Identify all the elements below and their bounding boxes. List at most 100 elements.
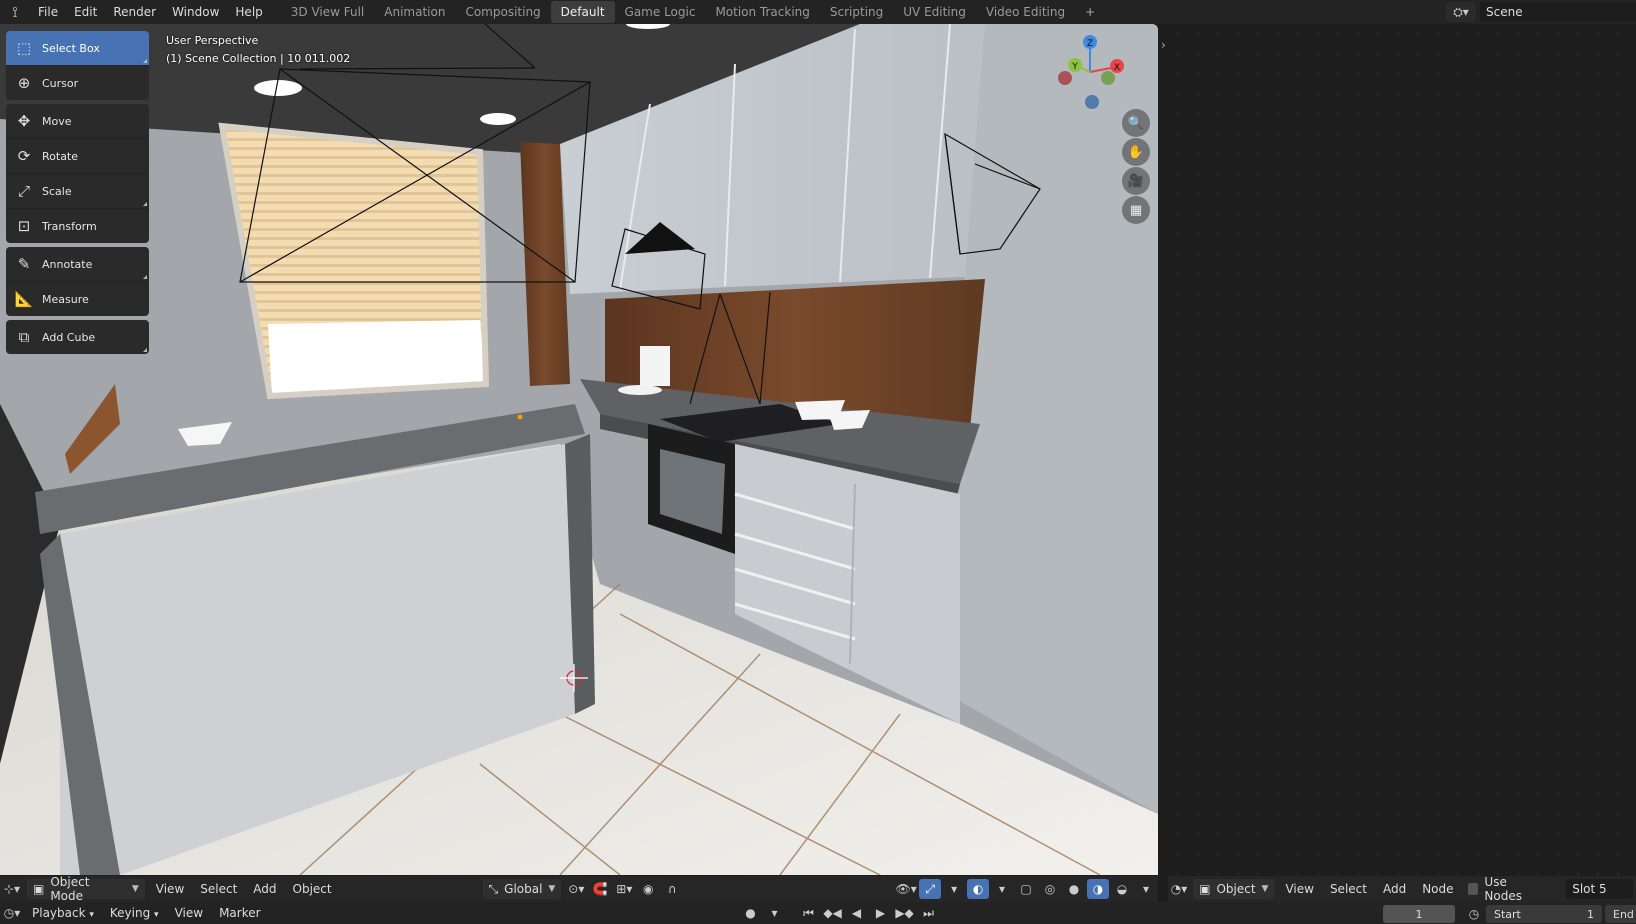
zoom-icon[interactable]: 🔍 [1122, 109, 1150, 137]
tool-options-corner[interactable] [143, 348, 147, 352]
solid-shading-icon[interactable]: ● [1063, 879, 1085, 899]
node-menu-view[interactable]: View [1277, 876, 1321, 902]
main-menu: File Edit Render Window Help [30, 0, 271, 24]
viewport-menu-select[interactable]: Select [192, 876, 245, 902]
shading-dropdown-icon[interactable]: ▾ [1135, 879, 1157, 899]
pivot-point-icon[interactable]: ⊙▾ [565, 879, 587, 899]
next-keyframe-icon[interactable]: ▶◆ [894, 903, 916, 923]
wireframe-shading-icon[interactable]: ◎ [1039, 879, 1061, 899]
menu-edit[interactable]: Edit [66, 0, 105, 24]
material-slot-dropdown[interactable]: Slot 5 [1566, 879, 1634, 899]
xray-icon[interactable]: ▢ [1015, 879, 1037, 899]
use-nodes-toggle[interactable]: Use Nodes [1462, 875, 1549, 903]
transform-tool-group: ✥ Move ⟳ Rotate ⤢ Scale ⊡ Transform [6, 104, 149, 243]
menu-help[interactable]: Help [227, 0, 270, 24]
menu-file[interactable]: File [30, 0, 66, 24]
end-label: End [1613, 907, 1634, 921]
tab-scripting[interactable]: Scripting [820, 1, 893, 23]
tab-compositing[interactable]: Compositing [455, 1, 550, 23]
add-workspace-button[interactable]: + [1075, 1, 1105, 23]
tab-motion-tracking[interactable]: Motion Tracking [705, 1, 819, 23]
play-icon[interactable]: ▶ [870, 903, 892, 923]
tab-animation[interactable]: Animation [374, 1, 455, 23]
tool-options-corner[interactable] [143, 275, 147, 279]
tab-video-editing[interactable]: Video Editing [976, 1, 1075, 23]
tool-label: Transform [42, 219, 97, 233]
viewport-menu-add[interactable]: Add [245, 876, 284, 902]
tool-cursor[interactable]: ⊕ Cursor [6, 66, 149, 100]
material-shading-icon[interactable]: ◑ [1087, 879, 1109, 899]
node-menu-select[interactable]: Select [1322, 876, 1375, 902]
tool-rotate[interactable]: ⟳ Rotate [6, 139, 149, 174]
proportional-edit-icon[interactable]: ◉ [637, 879, 659, 899]
perspective-grid-icon[interactable]: ▦ [1122, 196, 1150, 224]
overlays-dropdown-icon[interactable]: ▾ [991, 879, 1013, 899]
timeline-menu-keying[interactable]: Keying ▾ [102, 906, 167, 920]
tab-default[interactable]: Default [550, 1, 615, 23]
tool-add-cube[interactable]: ⧉ Add Cube [6, 320, 149, 354]
tool-select-box[interactable]: ⬚ Select Box [6, 31, 149, 66]
snap-target-icon[interactable]: ⊞▾ [613, 879, 635, 899]
shader-type-dropdown[interactable]: ▣ Object ▼ [1193, 879, 1275, 899]
tool-options-corner[interactable] [143, 59, 147, 63]
overlays-icon[interactable]: ◐ [967, 879, 990, 899]
scene-name-field[interactable]: Scene [1480, 2, 1636, 22]
prev-keyframe-icon[interactable]: ◆◀ [822, 903, 844, 923]
viewport-info: User Perspective (1) Scene Collection | … [166, 32, 350, 68]
tab-3d-view-full[interactable]: 3D View Full [281, 1, 375, 23]
tool-transform[interactable]: ⊡ Transform [6, 209, 149, 243]
use-nodes-checkbox[interactable] [1467, 883, 1479, 895]
blender-logo-icon[interactable]: ⟟ [0, 0, 30, 24]
tool-label: Move [42, 114, 72, 128]
play-reverse-icon[interactable]: ◀ [846, 903, 868, 923]
node-editor-type-icon[interactable]: ◔▾ [1169, 879, 1189, 899]
scene-selector: ⛭▾ Scene [1446, 0, 1636, 24]
tab-game-logic[interactable]: Game Logic [615, 1, 706, 23]
rendered-shading-icon[interactable]: ◒ [1111, 879, 1133, 899]
gizmo-toggle-icon[interactable]: ⤢ [919, 879, 942, 899]
annotate-icon: ✎ [17, 255, 31, 273]
tool-scale[interactable]: ⤢ Scale [6, 174, 149, 209]
tool-annotate[interactable]: ✎ Annotate [6, 247, 149, 282]
sidebar-expand-icon[interactable]: › [1161, 38, 1166, 52]
gizmo-dropdown-icon[interactable]: ▾ [943, 879, 965, 899]
snap-icon[interactable]: 🧲 [589, 879, 611, 899]
orientation-dropdown[interactable]: ⤡ Global ▼ [482, 879, 562, 899]
start-frame-field[interactable]: Start 1 [1486, 905, 1602, 923]
menu-window[interactable]: Window [164, 0, 227, 24]
current-frame-field[interactable]: 1 [1383, 905, 1455, 923]
preview-range-clock-icon[interactable]: ◷ [1463, 904, 1485, 924]
tool-measure[interactable]: 📐 Measure [6, 282, 149, 316]
falloff-icon[interactable]: ∩ [661, 879, 683, 899]
timeline-editor-type-icon[interactable]: ◷▾ [1, 903, 23, 923]
scale-icon: ⤢ [17, 182, 30, 200]
tool-options-corner[interactable] [143, 202, 147, 206]
camera-view-icon[interactable]: 🎥 [1122, 167, 1150, 195]
node-menu-node[interactable]: Node [1414, 876, 1461, 902]
keyframe-dropdown-icon[interactable]: ▾ [764, 903, 786, 923]
timeline-menu-marker[interactable]: Marker [211, 906, 268, 920]
scene-icon[interactable]: ⛭▾ [1446, 2, 1476, 22]
jump-start-icon[interactable]: ⏮ [798, 903, 820, 923]
record-icon[interactable]: ● [740, 903, 762, 923]
viewport-menu-object[interactable]: Object [285, 876, 340, 902]
node-menu-add[interactable]: Add [1375, 876, 1414, 902]
jump-end-icon[interactable]: ⏭ [918, 903, 940, 923]
shader-editor-area[interactable] [1168, 24, 1636, 875]
add-cube-icon: ⧉ [18, 328, 30, 346]
3d-viewport[interactable]: User Perspective (1) Scene Collection | … [0, 24, 1158, 875]
visibility-icon[interactable]: 👁▾ [895, 879, 917, 899]
pan-hand-icon[interactable]: ✋ [1122, 138, 1150, 166]
gizmo-y-label: Y [1071, 62, 1078, 72]
timeline-menu-view[interactable]: View [167, 906, 211, 920]
chevron-down-icon: ▼ [1261, 884, 1269, 894]
tab-uv-editing[interactable]: UV Editing [893, 1, 976, 23]
kitchen-scene-render [0, 24, 1158, 875]
editor-type-icon[interactable]: ⊹▾ [1, 879, 23, 899]
timeline-menu-playback[interactable]: Playback ▾ [24, 906, 102, 920]
end-frame-field[interactable]: End 25 [1605, 905, 1636, 923]
menu-render[interactable]: Render [105, 0, 164, 24]
mode-dropdown[interactable]: ▣ Object Mode ▼ [26, 875, 145, 903]
viewport-menu-view[interactable]: View [148, 876, 192, 902]
tool-move[interactable]: ✥ Move [6, 104, 149, 139]
